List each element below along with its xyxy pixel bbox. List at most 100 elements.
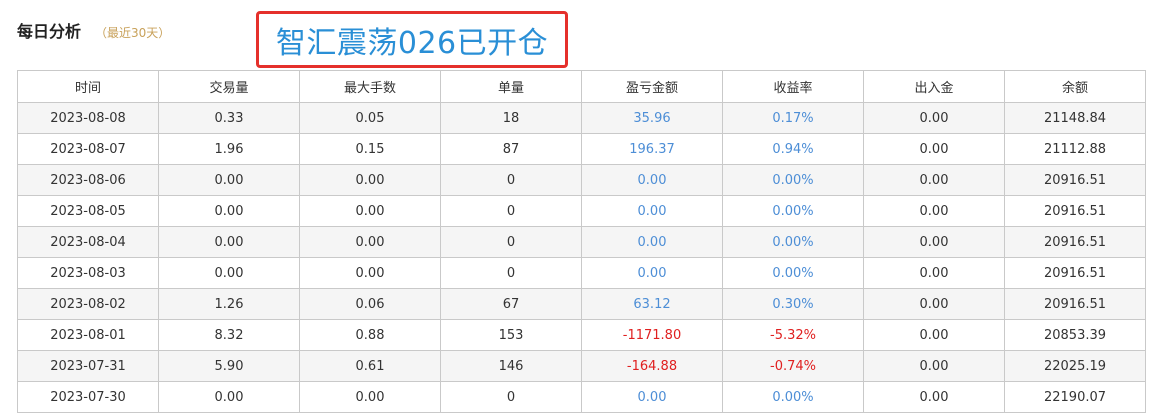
table-header-row: 时间 交易量 最大手数 单量 盈亏金额 收益率 出入金 余额 xyxy=(17,70,1146,103)
cell-date: 2023-08-06 xyxy=(17,164,159,196)
cell-volume: 0.00 xyxy=(158,257,300,289)
cell-max-lots: 0.00 xyxy=(299,257,441,289)
cell-pnl: 0.00 xyxy=(581,381,723,413)
cell-volume: 1.96 xyxy=(158,133,300,165)
column-header-max-lots: 最大手数 xyxy=(299,70,441,103)
cell-date: 2023-08-02 xyxy=(17,288,159,320)
cell-volume: 0.00 xyxy=(158,226,300,258)
cell-balance: 20916.51 xyxy=(1004,257,1146,289)
cell-date: 2023-08-08 xyxy=(17,102,159,134)
cell-max-lots: 0.00 xyxy=(299,164,441,196)
cell-max-lots: 0.00 xyxy=(299,381,441,413)
cell-pnl: 63.12 xyxy=(581,288,723,320)
cell-return: -5.32% xyxy=(722,319,864,351)
cell-pnl: 0.00 xyxy=(581,257,723,289)
cell-balance: 20916.51 xyxy=(1004,164,1146,196)
cell-date: 2023-08-03 xyxy=(17,257,159,289)
table-row: 2023-08-04 0.00 0.00 0 0.00 0.00% 0.00 20916.51 xyxy=(17,226,1146,258)
cell-pnl: 196.37 xyxy=(581,133,723,165)
cell-date: 2023-07-30 xyxy=(17,381,159,413)
table-row: 2023-08-03 0.00 0.00 0 0.00 0.00% 0.00 20916.51 xyxy=(17,257,1146,289)
cell-max-lots: 0.15 xyxy=(299,133,441,165)
cell-volume: 1.26 xyxy=(158,288,300,320)
cell-volume: 0.00 xyxy=(158,195,300,227)
table-row: 2023-07-30 0.00 0.00 0 0.00 0.00% 0.00 22190.07 xyxy=(17,381,1146,413)
cell-orders: 0 xyxy=(440,226,582,258)
cell-orders: 67 xyxy=(440,288,582,320)
cell-orders: 0 xyxy=(440,195,582,227)
table-row: 2023-08-05 0.00 0.00 0 0.00 0.00% 0.00 20916.51 xyxy=(17,195,1146,227)
cell-balance: 20916.51 xyxy=(1004,195,1146,227)
cell-balance: 22025.19 xyxy=(1004,350,1146,382)
cell-return: -0.74% xyxy=(722,350,864,382)
table-row: 2023-08-06 0.00 0.00 0 0.00 0.00% 0.00 20916.51 xyxy=(17,164,1146,196)
cell-volume: 0.33 xyxy=(158,102,300,134)
cell-orders: 18 xyxy=(440,102,582,134)
cell-max-lots: 0.00 xyxy=(299,226,441,258)
cell-date: 2023-08-07 xyxy=(17,133,159,165)
cell-volume: 8.32 xyxy=(158,319,300,351)
cell-flow: 0.00 xyxy=(863,226,1005,258)
cell-orders: 0 xyxy=(440,164,582,196)
column-header-balance: 余额 xyxy=(1004,70,1146,103)
column-header-return: 收益率 xyxy=(722,70,864,103)
cell-return: 0.00% xyxy=(722,164,864,196)
cell-date: 2023-08-01 xyxy=(17,319,159,351)
table-row: 2023-08-02 1.26 0.06 67 63.12 0.30% 0.00 20916.… xyxy=(17,288,1146,320)
cell-flow: 0.00 xyxy=(863,195,1005,227)
cell-flow: 0.00 xyxy=(863,381,1005,413)
cell-date: 2023-08-04 xyxy=(17,226,159,258)
cell-orders: 0 xyxy=(440,257,582,289)
cell-flow: 0.00 xyxy=(863,319,1005,351)
cell-pnl: -164.88 xyxy=(581,350,723,382)
cell-return: 0.30% xyxy=(722,288,864,320)
cell-return: 0.17% xyxy=(722,102,864,134)
column-header-volume: 交易量 xyxy=(158,70,300,103)
table-row: 2023-08-08 0.33 0.05 18 35.96 0.17% 0.00 21148.… xyxy=(17,102,1146,134)
table-row: 2023-08-07 1.96 0.15 87 196.37 0.94% 0.00 21112… xyxy=(17,133,1146,165)
cell-flow: 0.00 xyxy=(863,257,1005,289)
cell-max-lots: 0.05 xyxy=(299,102,441,134)
page-header: 每日分析 （最近30天） xyxy=(17,18,170,44)
cell-flow: 0.00 xyxy=(863,164,1005,196)
cell-max-lots: 0.00 xyxy=(299,195,441,227)
annotation-box: 智汇震荡026已开仓 xyxy=(256,11,568,68)
cell-return: 0.00% xyxy=(722,257,864,289)
cell-orders: 0 xyxy=(440,381,582,413)
cell-pnl: 35.96 xyxy=(581,102,723,134)
column-header-date: 时间 xyxy=(17,70,159,103)
cell-balance: 20853.39 xyxy=(1004,319,1146,351)
cell-return: 0.00% xyxy=(722,226,864,258)
table-body: 2023-08-08 0.33 0.05 18 35.96 0.17% 0.00 21148.… xyxy=(17,102,1146,413)
cell-return: 0.00% xyxy=(722,195,864,227)
cell-balance: 20916.51 xyxy=(1004,226,1146,258)
cell-balance: 22190.07 xyxy=(1004,381,1146,413)
table-row: 2023-08-01 8.32 0.88 153 -1171.80 -5.32% 0.00 2… xyxy=(17,319,1146,351)
cell-max-lots: 0.88 xyxy=(299,319,441,351)
cell-pnl: -1171.80 xyxy=(581,319,723,351)
cell-orders: 87 xyxy=(440,133,582,165)
cell-max-lots: 0.61 xyxy=(299,350,441,382)
column-header-pnl: 盈亏金额 xyxy=(581,70,723,103)
page-subtitle: （最近30天） xyxy=(95,26,171,40)
column-header-flow: 出入金 xyxy=(863,70,1005,103)
cell-volume: 0.00 xyxy=(158,381,300,413)
cell-flow: 0.00 xyxy=(863,288,1005,320)
cell-pnl: 0.00 xyxy=(581,226,723,258)
cell-volume: 0.00 xyxy=(158,164,300,196)
cell-pnl: 0.00 xyxy=(581,164,723,196)
cell-date: 2023-08-05 xyxy=(17,195,159,227)
cell-return: 0.00% xyxy=(722,381,864,413)
daily-analysis-table: 时间 交易量 最大手数 单量 盈亏金额 收益率 出入金 余额 2023-08-0… xyxy=(17,70,1146,413)
cell-return: 0.94% xyxy=(722,133,864,165)
cell-volume: 5.90 xyxy=(158,350,300,382)
annotation-text: 智汇震荡026已开仓 xyxy=(275,25,549,61)
cell-balance: 20916.51 xyxy=(1004,288,1146,320)
cell-flow: 0.00 xyxy=(863,102,1005,134)
cell-flow: 0.00 xyxy=(863,133,1005,165)
cell-pnl: 0.00 xyxy=(581,195,723,227)
cell-flow: 0.00 xyxy=(863,350,1005,382)
cell-max-lots: 0.06 xyxy=(299,288,441,320)
cell-orders: 153 xyxy=(440,319,582,351)
column-header-orders: 单量 xyxy=(440,70,582,103)
